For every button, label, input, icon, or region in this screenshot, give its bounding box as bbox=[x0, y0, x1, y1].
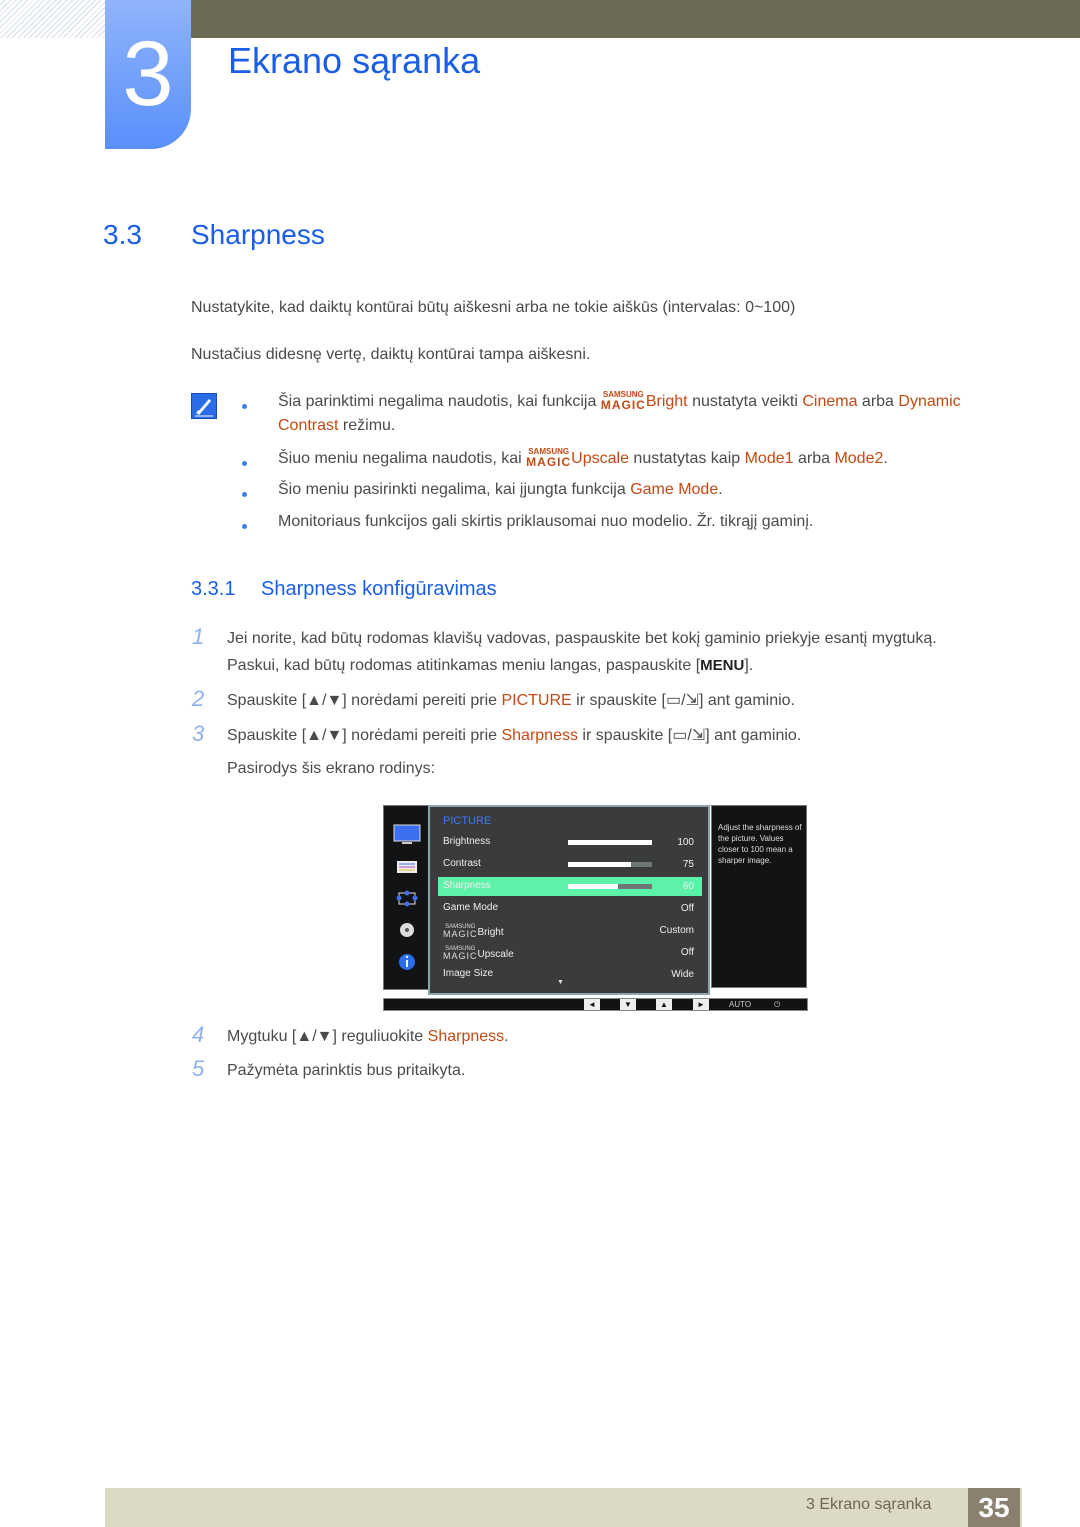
picture-icon bbox=[393, 824, 421, 844]
step-1: Jei norite, kad būtų rodomas klavišų vad… bbox=[227, 630, 937, 674]
bullet-icon bbox=[242, 524, 247, 529]
osd-slider[interactable] bbox=[568, 884, 652, 889]
osd-row-label: Image Size bbox=[443, 968, 494, 979]
step-2: Spauskite [▲/▼] norėdami pereiti prie PI… bbox=[227, 692, 795, 709]
step-3: Spauskite [▲/▼] norėdami pereiti prie Sh… bbox=[227, 727, 802, 777]
osd-row-value: Off bbox=[680, 903, 694, 914]
osd-menu: PICTURE Brightness 100 Contrast 75 Sharpness… bbox=[428, 805, 710, 995]
highlight-mode1: Mode1 bbox=[744, 450, 794, 467]
note-2: Šiuo meniu negalima naudotis, kai SAMSUN… bbox=[278, 447, 888, 469]
highlight-upscale: Upscale bbox=[571, 450, 629, 467]
enter-key-icon: ▭/⇲ bbox=[672, 727, 706, 744]
bullet-icon bbox=[242, 461, 247, 466]
intro-paragraph-2: Nustačius didesnę vertę, daiktų kontūrai… bbox=[191, 346, 591, 363]
subsection-number: 3.3.1 bbox=[191, 578, 236, 600]
gear-icon bbox=[400, 923, 414, 937]
osd-row-image-size[interactable]: Image Size Wide bbox=[438, 965, 702, 984]
header-bar bbox=[190, 0, 1080, 38]
highlight-mode2: Mode2 bbox=[834, 450, 884, 467]
osd-button-right[interactable]: ► bbox=[693, 999, 709, 1010]
samsung-magic-logo: SAMSUNG MAGIC bbox=[443, 924, 478, 939]
step-number: 1 bbox=[192, 624, 205, 649]
osd-row-value: Custom bbox=[659, 925, 694, 936]
osd-slider-fill bbox=[568, 884, 619, 889]
highlight-bright: Bright bbox=[645, 393, 688, 410]
samsung-magic-logo: SAMSUNG MAGIC bbox=[600, 390, 646, 412]
scroll-down-icon: ▼ bbox=[557, 979, 564, 986]
osd-row-value: 100 bbox=[677, 837, 694, 848]
osd-row-contrast[interactable]: Contrast 75 bbox=[438, 855, 702, 874]
highlight-game-mode: Game Mode bbox=[630, 481, 719, 498]
samsung-magic-logo: SAMSUNG MAGIC bbox=[443, 946, 478, 961]
osd-button-power[interactable]: ⏻ bbox=[774, 999, 780, 1010]
size-position-icon bbox=[396, 890, 418, 907]
step-number: 4 bbox=[192, 1022, 205, 1047]
osd-slider[interactable] bbox=[568, 840, 652, 845]
osd-row-label: SAMSUNG MAGIC Upscale bbox=[443, 946, 514, 961]
osd-row-value: 75 bbox=[682, 859, 694, 870]
osd-screenshot: PICTURE Brightness 100 Contrast 75 Sharpness… bbox=[383, 805, 808, 1011]
note-4: Monitoriaus funkcijos gali skirtis prikl… bbox=[278, 513, 814, 530]
osd-row-value: Off bbox=[680, 947, 694, 958]
osd-slider[interactable] bbox=[568, 862, 652, 867]
osd-button-up[interactable]: ▲ bbox=[656, 999, 672, 1010]
osd-slider-fill bbox=[568, 862, 631, 867]
bullet-icon bbox=[242, 492, 247, 497]
intro-paragraph-1: Nustatykite, kad daiktų kontūrai būtų ai… bbox=[191, 299, 796, 316]
footer-chapter: 3 Ekrano sąranka bbox=[806, 1496, 932, 1513]
note-1: Šia parinktimi negalima naudotis, kai fu… bbox=[278, 390, 961, 435]
osd-row-label: Sharpness bbox=[443, 880, 491, 891]
note-icon bbox=[191, 393, 217, 419]
highlight-sharpness: Sharpness bbox=[427, 1028, 505, 1045]
step-5: Pažymėta parinktis bus pritaikyta. bbox=[227, 1062, 466, 1079]
page-number: 35 bbox=[968, 1488, 1020, 1527]
osd-slider-fill bbox=[568, 840, 652, 845]
osd-row-label: Game Mode bbox=[443, 902, 499, 913]
note-text: Šia parinktimi negalima naudotis, kai fu… bbox=[278, 393, 601, 410]
osd-button-left[interactable]: ◄ bbox=[584, 999, 600, 1010]
step-4: Mygtuku [▲/▼] reguliuokite Sharpness. bbox=[227, 1028, 509, 1045]
osd-row-label: SAMSUNG MAGIC Bright bbox=[443, 924, 504, 939]
osd-row-upscale[interactable]: SAMSUNG MAGIC Upscale Off bbox=[438, 943, 702, 962]
decorative-hatch bbox=[0, 0, 105, 38]
osd-row-label: Contrast bbox=[443, 858, 481, 869]
osd-button-bar: ◄ ▼ ▲ ► AUTO ⏻ bbox=[383, 998, 808, 1011]
osd-row-game-mode[interactable]: Game Mode Off bbox=[438, 899, 702, 918]
menu-key: MENU bbox=[700, 657, 745, 674]
step-number: 5 bbox=[192, 1056, 205, 1081]
osd-row-brightness[interactable]: Brightness 100 bbox=[438, 833, 702, 852]
osd-sidebar bbox=[383, 805, 430, 990]
note-3: Šio meniu pasirinkti negalima, kai įjung… bbox=[278, 481, 723, 498]
info-icon bbox=[399, 954, 415, 970]
osd-button-down[interactable]: ▼ bbox=[620, 999, 636, 1010]
chapter-title: Ekrano sąranka bbox=[228, 40, 481, 81]
section-number: 3.3 bbox=[103, 219, 142, 250]
color-icon bbox=[397, 861, 417, 873]
highlight-picture: PICTURE bbox=[501, 692, 572, 709]
osd-row-value: Wide bbox=[671, 969, 694, 980]
bullet-icon bbox=[242, 404, 247, 409]
step-number: 3 bbox=[192, 721, 205, 746]
osd-help-text: Adjust the sharpness of the picture. Val… bbox=[711, 805, 807, 988]
osd-row-label: Brightness bbox=[443, 836, 491, 847]
osd-row-sharpness[interactable]: Sharpness 60 bbox=[438, 877, 702, 896]
section-title: Sharpness bbox=[191, 219, 325, 250]
highlight-sharpness: Sharpness bbox=[501, 727, 578, 744]
enter-key-icon: ▭/⇲ bbox=[665, 692, 699, 709]
osd-button-auto[interactable]: AUTO bbox=[729, 999, 751, 1010]
chapter-number: 3 bbox=[105, 0, 191, 149]
osd-category: PICTURE bbox=[443, 815, 492, 827]
samsung-magic-logo: SAMSUNG MAGIC bbox=[526, 447, 572, 469]
subsection-title: Sharpness konfigūravimas bbox=[261, 578, 497, 600]
step-number: 2 bbox=[192, 686, 205, 711]
osd-row-value: 60 bbox=[682, 881, 694, 892]
highlight-cinema: Cinema bbox=[802, 393, 858, 410]
osd-row-bright[interactable]: SAMSUNG MAGIC Bright Custom bbox=[438, 921, 702, 940]
